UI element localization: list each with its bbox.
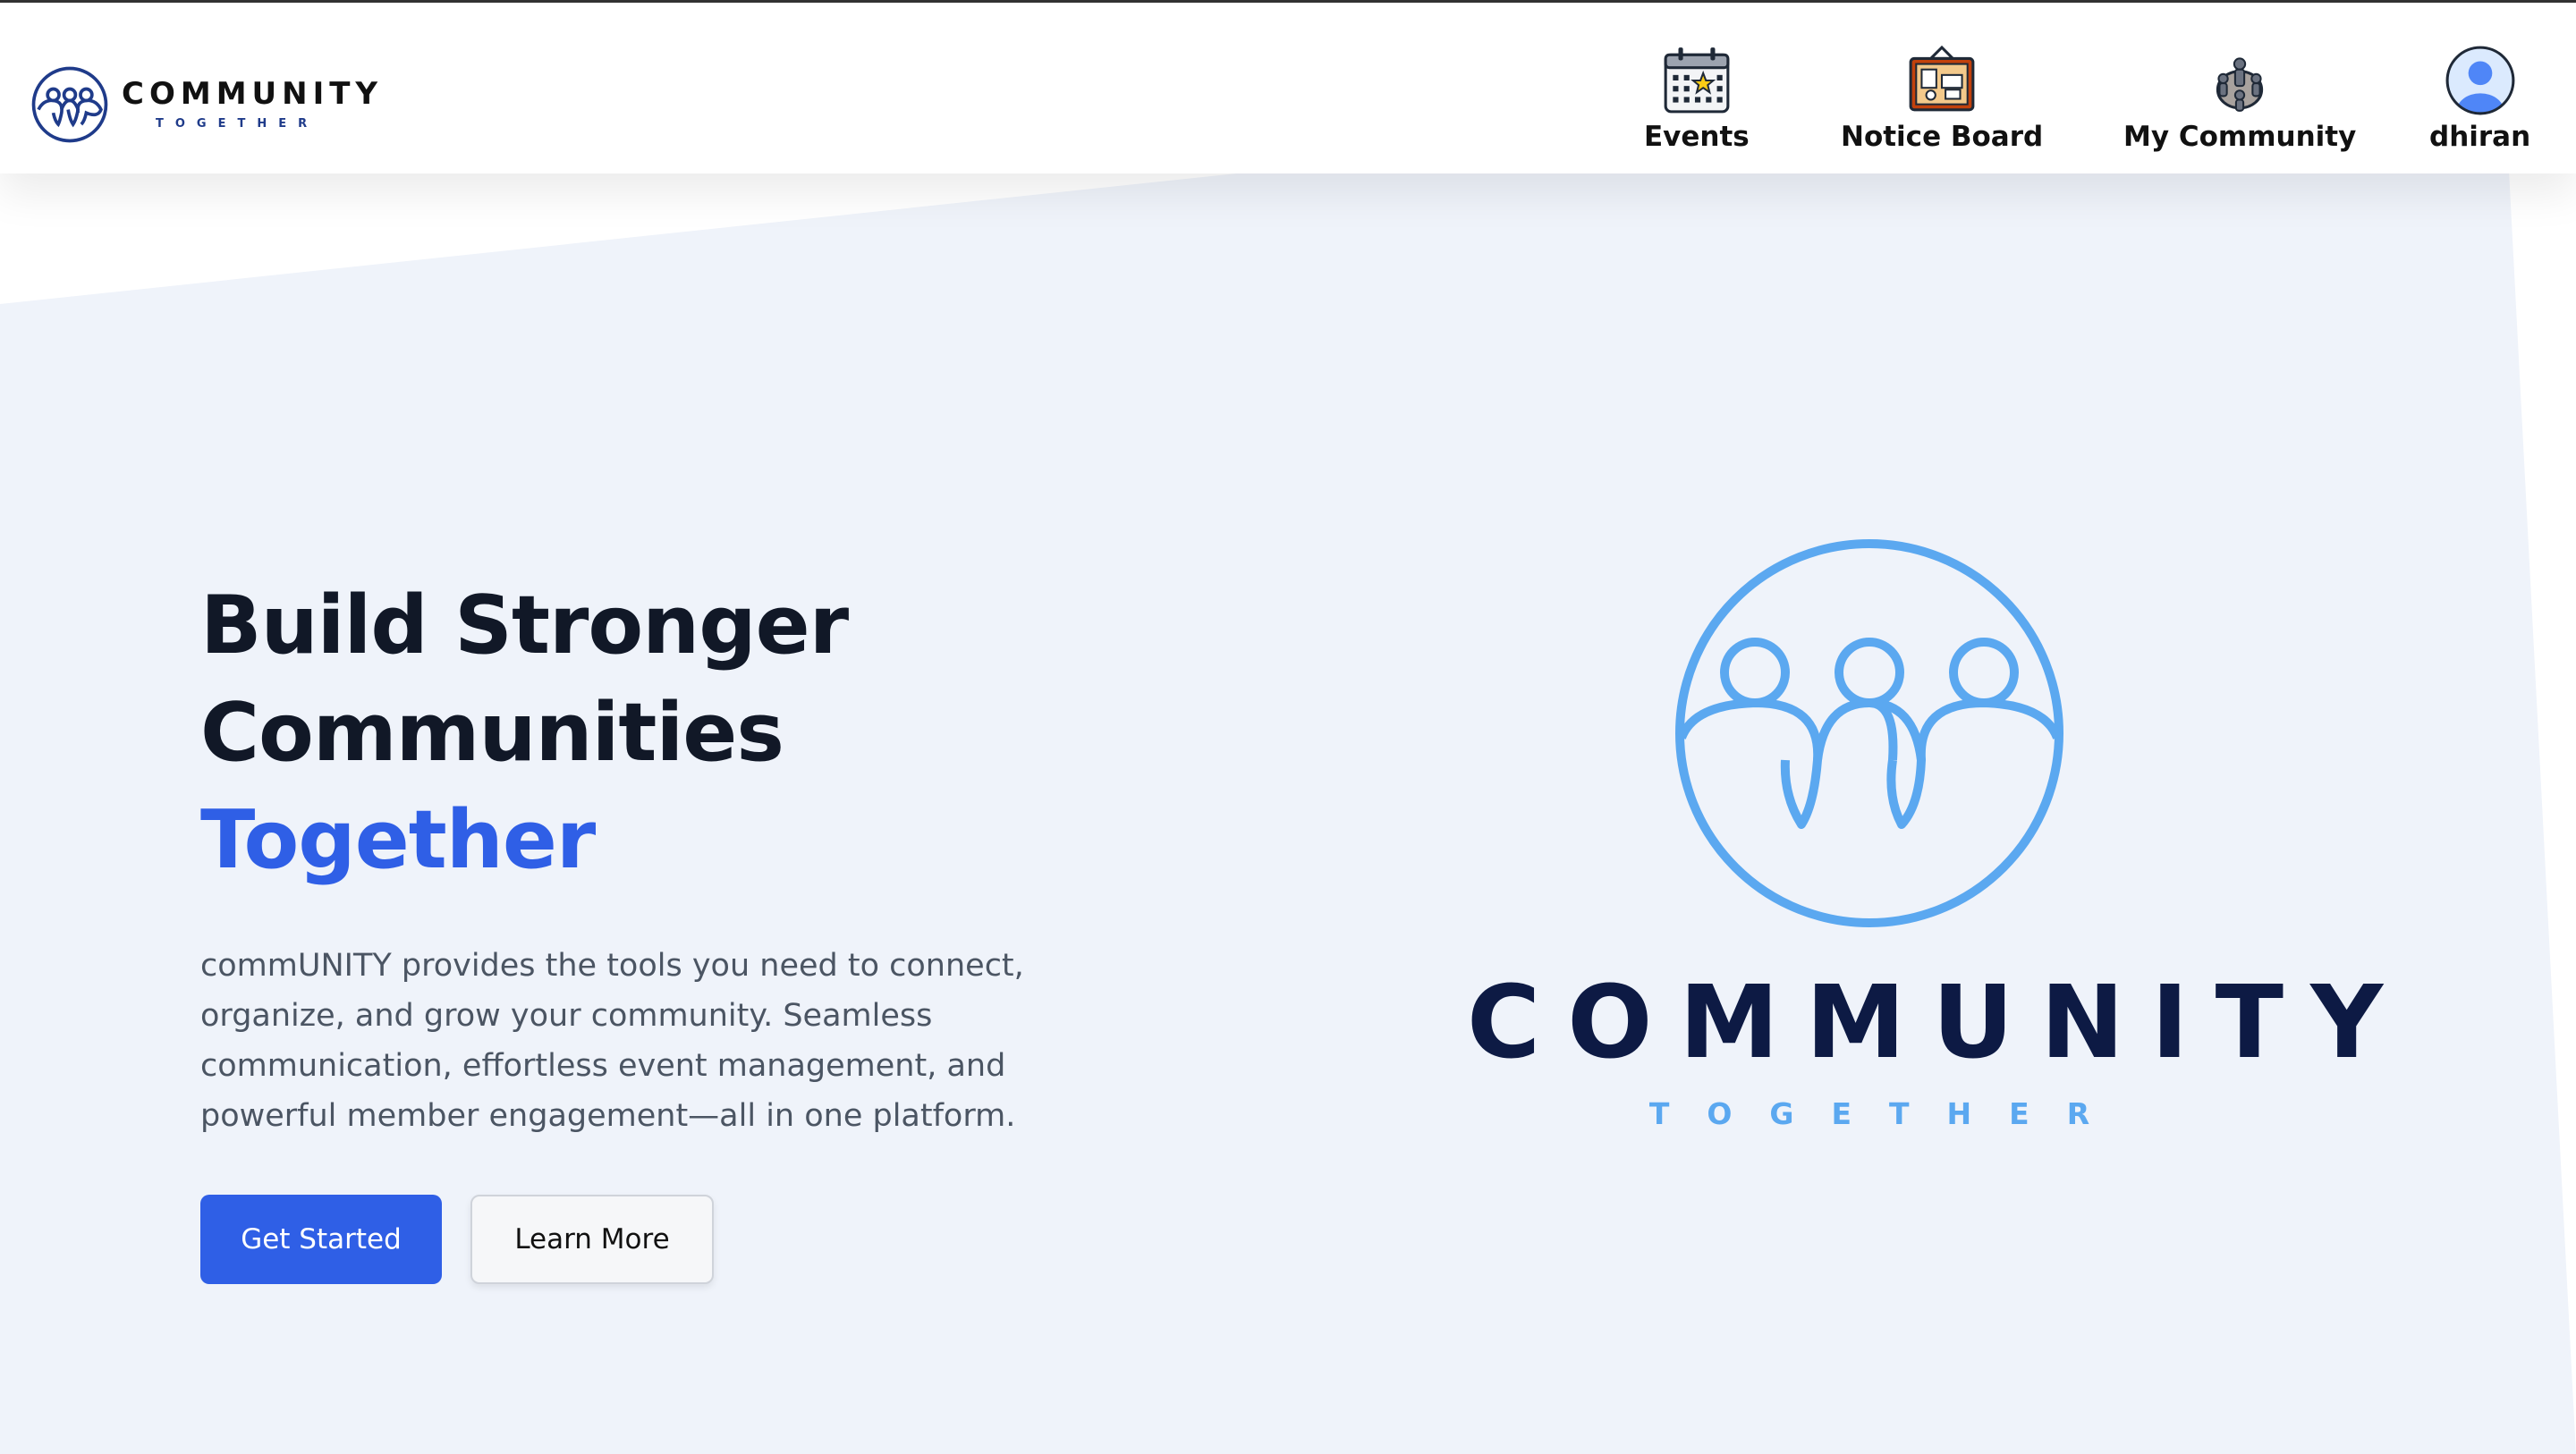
hero-description: commUNITY provides the tools you need to… [200,948,1024,1134]
nav-label-notice-board: Notice Board [1841,121,2044,153]
hero-logo-subtitle: TOGETHER [1648,1096,2128,1131]
hero-title-line1: Build Stronger [200,579,849,672]
nav-my-community[interactable]: My Community [2123,44,2356,153]
community-people-circle-icon [31,66,108,143]
nav-label-user: dhiran [2429,121,2531,153]
hero-title-accent: Together [200,793,596,887]
community-people-circle-icon [1675,539,2063,927]
hero-logo-title: COMMUNITY [1467,965,2411,1081]
brand-logo-link[interactable]: COMMUNITY TOGETHER [29,62,383,148]
get-started-button[interactable]: Get Started [200,1195,442,1284]
nav-user-profile[interactable]: dhiran [2429,44,2530,153]
nav-notice-board[interactable]: Notice Board [1841,44,2043,153]
learn-more-button[interactable]: Learn More [470,1195,714,1284]
hero-title-line2: Communities [200,686,784,780]
notice-board-icon [1909,45,1975,112]
hero-actions: Get Started Learn More [200,1195,1184,1284]
hero-brand-logo: COMMUNITY TOGETHER [1440,537,2411,1131]
nav-label-my-community: My Community [2123,121,2357,153]
top-navbar: COMMUNITY TOGETHER Events Notice Board M… [0,3,2576,173]
brand-title: COMMUNITY [122,76,384,112]
calendar-icon [1664,47,1730,114]
hero-title: Build Stronger Communities Together [200,572,1184,894]
brand-subtitle: TOGETHER [156,117,319,131]
nav-events[interactable]: Events [1644,44,1750,153]
nav-label-events: Events [1644,121,1750,153]
user-avatar-icon [2445,46,2515,115]
community-group-icon [2216,57,2264,112]
hero-section: Build Stronger Communities Together comm… [200,572,1184,1284]
